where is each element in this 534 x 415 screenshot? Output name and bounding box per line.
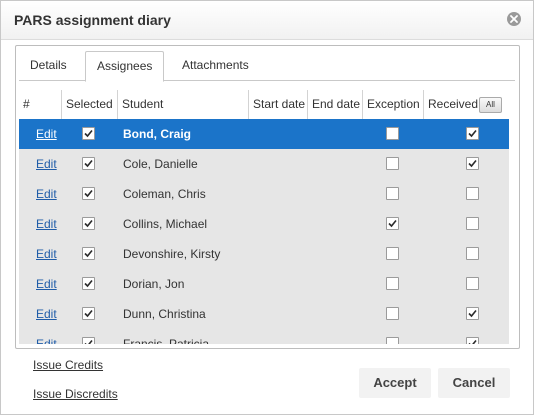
cancel-button[interactable]: Cancel (438, 368, 510, 398)
accept-button[interactable]: Accept (359, 368, 431, 398)
received-checkbox[interactable] (466, 247, 479, 260)
table-row[interactable]: Edit Coleman, Chris (19, 179, 509, 209)
column-header-selected[interactable]: Selected (61, 90, 117, 119)
exception-checkbox[interactable] (386, 247, 399, 260)
column-header-num: # (23, 97, 30, 111)
selected-checkbox[interactable] (82, 277, 95, 290)
student-name: Cole, Danielle (123, 157, 198, 171)
tab-bar: Details Assignees Attachments (19, 51, 515, 82)
column-header-student[interactable]: Student (117, 90, 248, 119)
student-name: Dorian, Jon (123, 277, 185, 291)
assignment-diary-dialog: PARS assignment diary Details Assignees … (0, 0, 534, 415)
issue-credits-link[interactable]: Issue Credits (33, 358, 103, 372)
table-row[interactable]: Edit Francis, Patricia (19, 329, 509, 344)
table-row[interactable]: Edit Devonshire, Kirsty (19, 239, 509, 269)
table-row[interactable]: Edit Dorian, Jon (19, 269, 509, 299)
received-checkbox[interactable] (466, 337, 479, 344)
student-name: Bond, Craig (123, 127, 191, 141)
close-icon[interactable] (507, 12, 521, 26)
exception-checkbox[interactable] (386, 337, 399, 344)
received-checkbox[interactable] (466, 187, 479, 200)
edit-link[interactable]: Edit (36, 209, 57, 239)
edit-link[interactable]: Edit (36, 239, 57, 269)
received-checkbox[interactable] (466, 157, 479, 170)
exception-checkbox[interactable] (386, 277, 399, 290)
exception-checkbox[interactable] (386, 157, 399, 170)
selected-checkbox[interactable] (82, 157, 95, 170)
edit-link[interactable]: Edit (36, 299, 57, 329)
table-row[interactable]: Edit Bond, Craig (19, 119, 509, 149)
tab-assignees[interactable]: Assignees (85, 51, 165, 82)
assignees-grid: # Selected Student Start date End date E… (19, 90, 509, 344)
column-header-start-date[interactable]: Start date (248, 90, 307, 119)
edit-link[interactable]: Edit (36, 179, 57, 209)
table-row[interactable]: Edit Dunn, Christina (19, 299, 509, 329)
student-name: Devonshire, Kirsty (123, 247, 221, 261)
selected-checkbox[interactable] (82, 187, 95, 200)
received-checkbox[interactable] (466, 307, 479, 320)
edit-link[interactable]: Edit (36, 269, 57, 299)
exception-checkbox[interactable] (386, 217, 399, 230)
student-name: Francis, Patricia (123, 337, 210, 344)
exception-checkbox[interactable] (386, 187, 399, 200)
tab-details[interactable]: Details (19, 51, 78, 79)
table-row[interactable]: Edit Collins, Michael (19, 209, 509, 239)
exception-checkbox[interactable] (386, 127, 399, 140)
table-row[interactable]: Edit Cole, Danielle (19, 149, 509, 179)
received-all-button[interactable]: All (479, 97, 502, 113)
dialog-title: PARS assignment diary (14, 12, 171, 28)
column-header-end-date[interactable]: End date (307, 90, 362, 119)
tab-attachments[interactable]: Attachments (171, 51, 260, 79)
selected-checkbox[interactable] (82, 247, 95, 260)
column-header-exception[interactable]: Exception (362, 90, 423, 119)
edit-link[interactable]: Edit (36, 119, 57, 149)
edit-link[interactable]: Edit (36, 149, 57, 179)
exception-checkbox[interactable] (386, 307, 399, 320)
grid-header: # Selected Student Start date End date E… (19, 90, 509, 120)
student-name: Coleman, Chris (123, 187, 206, 201)
issue-discredits-link[interactable]: Issue Discredits (33, 387, 118, 401)
student-name: Collins, Michael (123, 217, 208, 231)
column-header-received-label: Received (428, 97, 479, 111)
student-name: Dunn, Christina (123, 307, 206, 321)
selected-checkbox[interactable] (82, 217, 95, 230)
selected-checkbox[interactable] (82, 337, 95, 344)
selected-checkbox[interactable] (82, 127, 95, 140)
received-checkbox[interactable] (466, 127, 479, 140)
selected-checkbox[interactable] (82, 307, 95, 320)
edit-link[interactable]: Edit (36, 329, 57, 344)
received-checkbox[interactable] (466, 277, 479, 290)
received-checkbox[interactable] (466, 217, 479, 230)
title-bar: PARS assignment diary (1, 1, 533, 40)
